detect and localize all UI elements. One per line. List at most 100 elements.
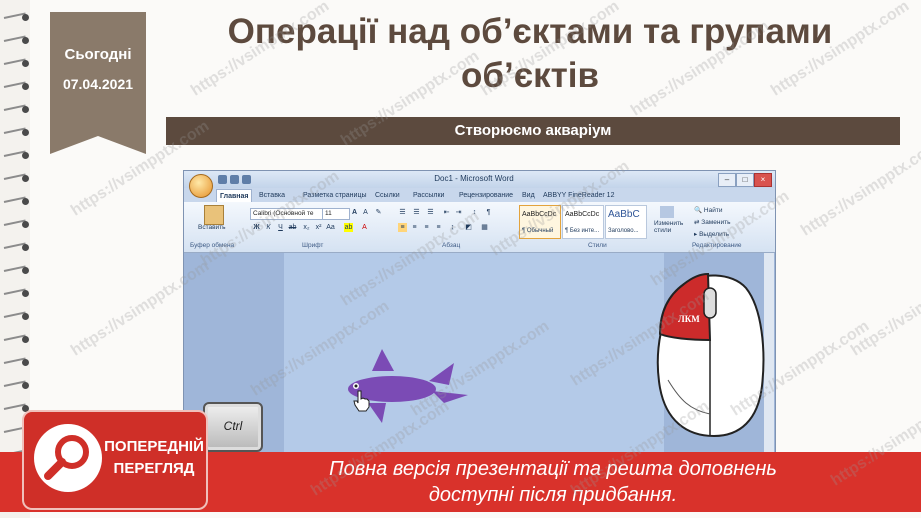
tab-insert[interactable]: Вставка bbox=[256, 189, 288, 202]
style-no-spacing[interactable]: AaBbCcDc ¶ Без инте... bbox=[562, 205, 604, 239]
fish-bottom-fin bbox=[368, 403, 386, 423]
shading-icon[interactable]: ◩ bbox=[464, 223, 473, 232]
bold-icon[interactable]: Ж bbox=[252, 223, 261, 232]
tab-page-layout[interactable]: Разметка страницы bbox=[300, 189, 370, 202]
borders-icon[interactable]: ▦ bbox=[480, 223, 489, 232]
spiral-ring bbox=[3, 127, 30, 137]
strikethrough-icon[interactable]: ab bbox=[288, 223, 297, 232]
font-name-field[interactable]: Calibri (Основной те bbox=[250, 208, 324, 220]
fish-pupil bbox=[354, 384, 358, 388]
date-tag: Сьогодні 07.04.2021 bbox=[50, 12, 146, 154]
redo-icon[interactable] bbox=[242, 175, 251, 184]
style-normal[interactable]: AaBbCcDc ¶ Обычный bbox=[519, 205, 561, 239]
spiral-ring bbox=[3, 242, 30, 252]
increase-indent-icon[interactable]: ⇥ bbox=[454, 208, 463, 217]
fish-top-fin bbox=[372, 349, 394, 371]
spiral-ring bbox=[3, 12, 30, 22]
grow-font-icon[interactable]: A bbox=[350, 208, 359, 217]
replace-label: Заменить bbox=[701, 219, 731, 226]
mouse-button-label: ЛКМ bbox=[678, 314, 700, 324]
subscript-icon[interactable]: x₂ bbox=[302, 223, 311, 232]
change-styles-label[interactable]: Изменить стили bbox=[654, 220, 690, 234]
paragraph-group-label: Абзац bbox=[442, 242, 461, 249]
mouse-icon: ЛКМ bbox=[656, 272, 765, 438]
editing-group-label: Редактирование bbox=[692, 242, 742, 249]
font-color-icon[interactable]: A bbox=[360, 223, 369, 232]
save-icon[interactable] bbox=[218, 175, 227, 184]
undo-icon[interactable] bbox=[230, 175, 239, 184]
logo-line2: ПЕРЕГЛЯД bbox=[113, 460, 195, 477]
sort-icon[interactable]: ↕ bbox=[470, 208, 479, 217]
tab-mailings[interactable]: Рассылки bbox=[410, 189, 447, 202]
tab-view[interactable]: Вид bbox=[519, 189, 538, 202]
font-size-field[interactable]: 11 bbox=[322, 208, 350, 220]
spiral-ring bbox=[3, 173, 30, 183]
banner-message-line1: Повна версія презентації та решта доповн… bbox=[329, 458, 777, 480]
find-button[interactable]: 🔍 Найти bbox=[694, 206, 722, 214]
spiral-ring bbox=[3, 357, 30, 367]
style-heading-sample: AaBbC bbox=[608, 209, 640, 220]
spiral-ring bbox=[3, 265, 30, 275]
select-button[interactable]: ▸ Выделить bbox=[694, 230, 729, 238]
shrink-font-icon[interactable]: A bbox=[361, 208, 370, 217]
paste-label[interactable]: Вставить bbox=[198, 224, 226, 231]
highlight-icon[interactable]: ab bbox=[344, 223, 353, 232]
office-button[interactable] bbox=[189, 174, 213, 198]
style-heading-name: Заголово... bbox=[608, 228, 639, 234]
spiral-ring bbox=[3, 288, 30, 298]
underline-icon[interactable]: Ч bbox=[276, 223, 285, 232]
fish[interactable] bbox=[348, 349, 468, 423]
mouse-wheel bbox=[703, 287, 717, 319]
spiral-ring bbox=[3, 58, 30, 68]
tab-references[interactable]: Ссылки bbox=[372, 189, 403, 202]
fish-drawing bbox=[348, 349, 468, 423]
superscript-icon[interactable]: x² bbox=[314, 223, 323, 232]
fish-tail-bottom bbox=[432, 391, 468, 403]
spiral-ring bbox=[3, 196, 30, 206]
clipboard-group-label: Буфер обмена bbox=[190, 242, 235, 249]
align-right-icon[interactable]: ≡ bbox=[422, 223, 431, 232]
spiral-ring bbox=[3, 104, 30, 114]
change-styles-icon[interactable] bbox=[660, 206, 674, 218]
paste-icon[interactable] bbox=[204, 205, 224, 225]
style-no-spacing-sample: AaBbCcDc bbox=[565, 211, 600, 218]
watermark-text: https://vsimpptx.com bbox=[798, 137, 921, 240]
spiral-ring bbox=[3, 81, 30, 91]
style-normal-sample: AaBbCcDc bbox=[522, 211, 557, 218]
find-label: Найти bbox=[703, 207, 723, 214]
style-no-spacing-name: ¶ Без инте... bbox=[565, 228, 600, 234]
spiral-ring bbox=[3, 150, 30, 160]
date-value: 07.04.2021 bbox=[62, 76, 134, 92]
close-icon[interactable]: × bbox=[754, 173, 772, 187]
word-title-bar: Doc1 - Microsoft Word – □ × bbox=[184, 171, 775, 188]
line-spacing-icon[interactable]: ↨ bbox=[448, 223, 457, 232]
tab-abbyy[interactable]: ABBYY FineReader 12 bbox=[540, 189, 617, 202]
tab-home[interactable]: Главная bbox=[216, 189, 253, 203]
minimize-icon[interactable]: – bbox=[718, 173, 736, 187]
decrease-indent-icon[interactable]: ⇤ bbox=[442, 208, 451, 217]
multilevel-list-icon[interactable]: ☰ bbox=[426, 208, 435, 217]
tab-review[interactable]: Рецензирование bbox=[456, 189, 516, 202]
change-case-icon[interactable]: Aa bbox=[326, 223, 335, 232]
replace-button[interactable]: ⇄ Заменить bbox=[694, 218, 730, 226]
logo-line1: ПОПЕРЕДНІЙ bbox=[104, 438, 204, 455]
search-icon bbox=[44, 435, 89, 480]
ctrl-key: Ctrl bbox=[203, 402, 263, 452]
style-heading[interactable]: AaBbC Заголово... bbox=[605, 205, 647, 239]
align-left-icon[interactable]: ≡ bbox=[398, 223, 407, 232]
show-marks-icon[interactable]: ¶ bbox=[484, 208, 493, 217]
maximize-icon[interactable]: □ bbox=[736, 173, 754, 187]
bullets-icon[interactable]: ☰ bbox=[398, 208, 407, 217]
clear-format-icon[interactable]: ✎ bbox=[374, 208, 383, 217]
preview-logo: ПОПЕРЕДНІЙ ПЕРЕГЛЯД bbox=[22, 410, 208, 510]
fish-tail-top bbox=[429, 363, 454, 385]
slide-title: Операції над об’єктами та групами об’єкт… bbox=[227, 12, 833, 95]
numbering-icon[interactable]: ☰ bbox=[412, 208, 421, 217]
ctrl-key-label: Ctrl bbox=[223, 419, 243, 433]
align-center-icon[interactable]: ≡ bbox=[410, 223, 419, 232]
word-doc-title: Doc1 - Microsoft Word bbox=[434, 174, 514, 183]
document-page[interactable] bbox=[284, 253, 664, 461]
italic-icon[interactable]: К bbox=[264, 223, 273, 232]
justify-icon[interactable]: ≡ bbox=[434, 223, 443, 232]
style-normal-name: ¶ Обычный bbox=[522, 228, 554, 234]
